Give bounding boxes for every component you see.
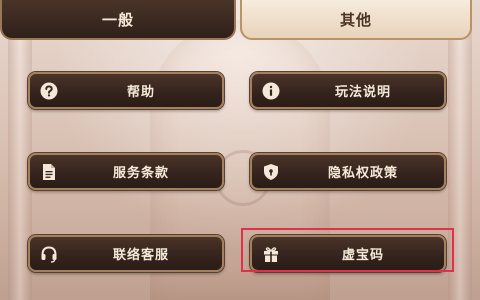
tab-bar: 一般 其他 [0, 0, 480, 44]
terms-of-service-button[interactable]: 服务条款 [28, 153, 224, 190]
privacy-policy-button[interactable]: 隐私权政策 [250, 153, 446, 190]
highlight-box [241, 228, 454, 272]
gameplay-guide-button-label: 玩法说明 [334, 85, 391, 100]
help-button-label: 帮助 [126, 85, 155, 100]
tab-other-label: 其他 [339, 10, 372, 29]
contact-support-button[interactable]: 联络客服 [28, 235, 224, 272]
contact-support-button-label: 联络客服 [112, 248, 169, 263]
document-icon [40, 163, 58, 181]
info-circle-icon [262, 82, 280, 100]
terms-of-service-button-label: 服务条款 [112, 166, 169, 181]
gameplay-guide-button[interactable]: 玩法说明 [250, 72, 446, 109]
question-circle-icon [40, 82, 58, 100]
help-button[interactable]: 帮助 [28, 72, 224, 109]
tab-other[interactable]: 其他 [240, 0, 472, 40]
shield-icon [262, 163, 280, 181]
tab-general[interactable]: 一般 [0, 0, 236, 40]
privacy-policy-button-label: 隐私权政策 [327, 166, 398, 181]
tab-general-label: 一般 [101, 10, 134, 29]
headset-icon [40, 245, 58, 263]
